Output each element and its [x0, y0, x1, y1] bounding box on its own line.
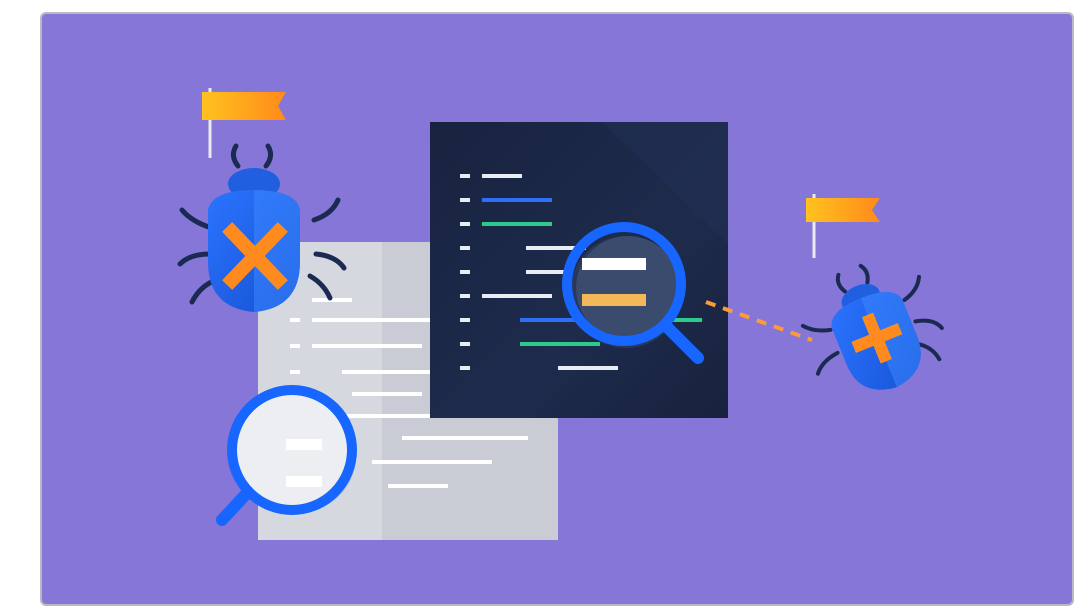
- illustration-card: [40, 12, 1074, 606]
- bug-tracking-illustration: [42, 14, 1072, 604]
